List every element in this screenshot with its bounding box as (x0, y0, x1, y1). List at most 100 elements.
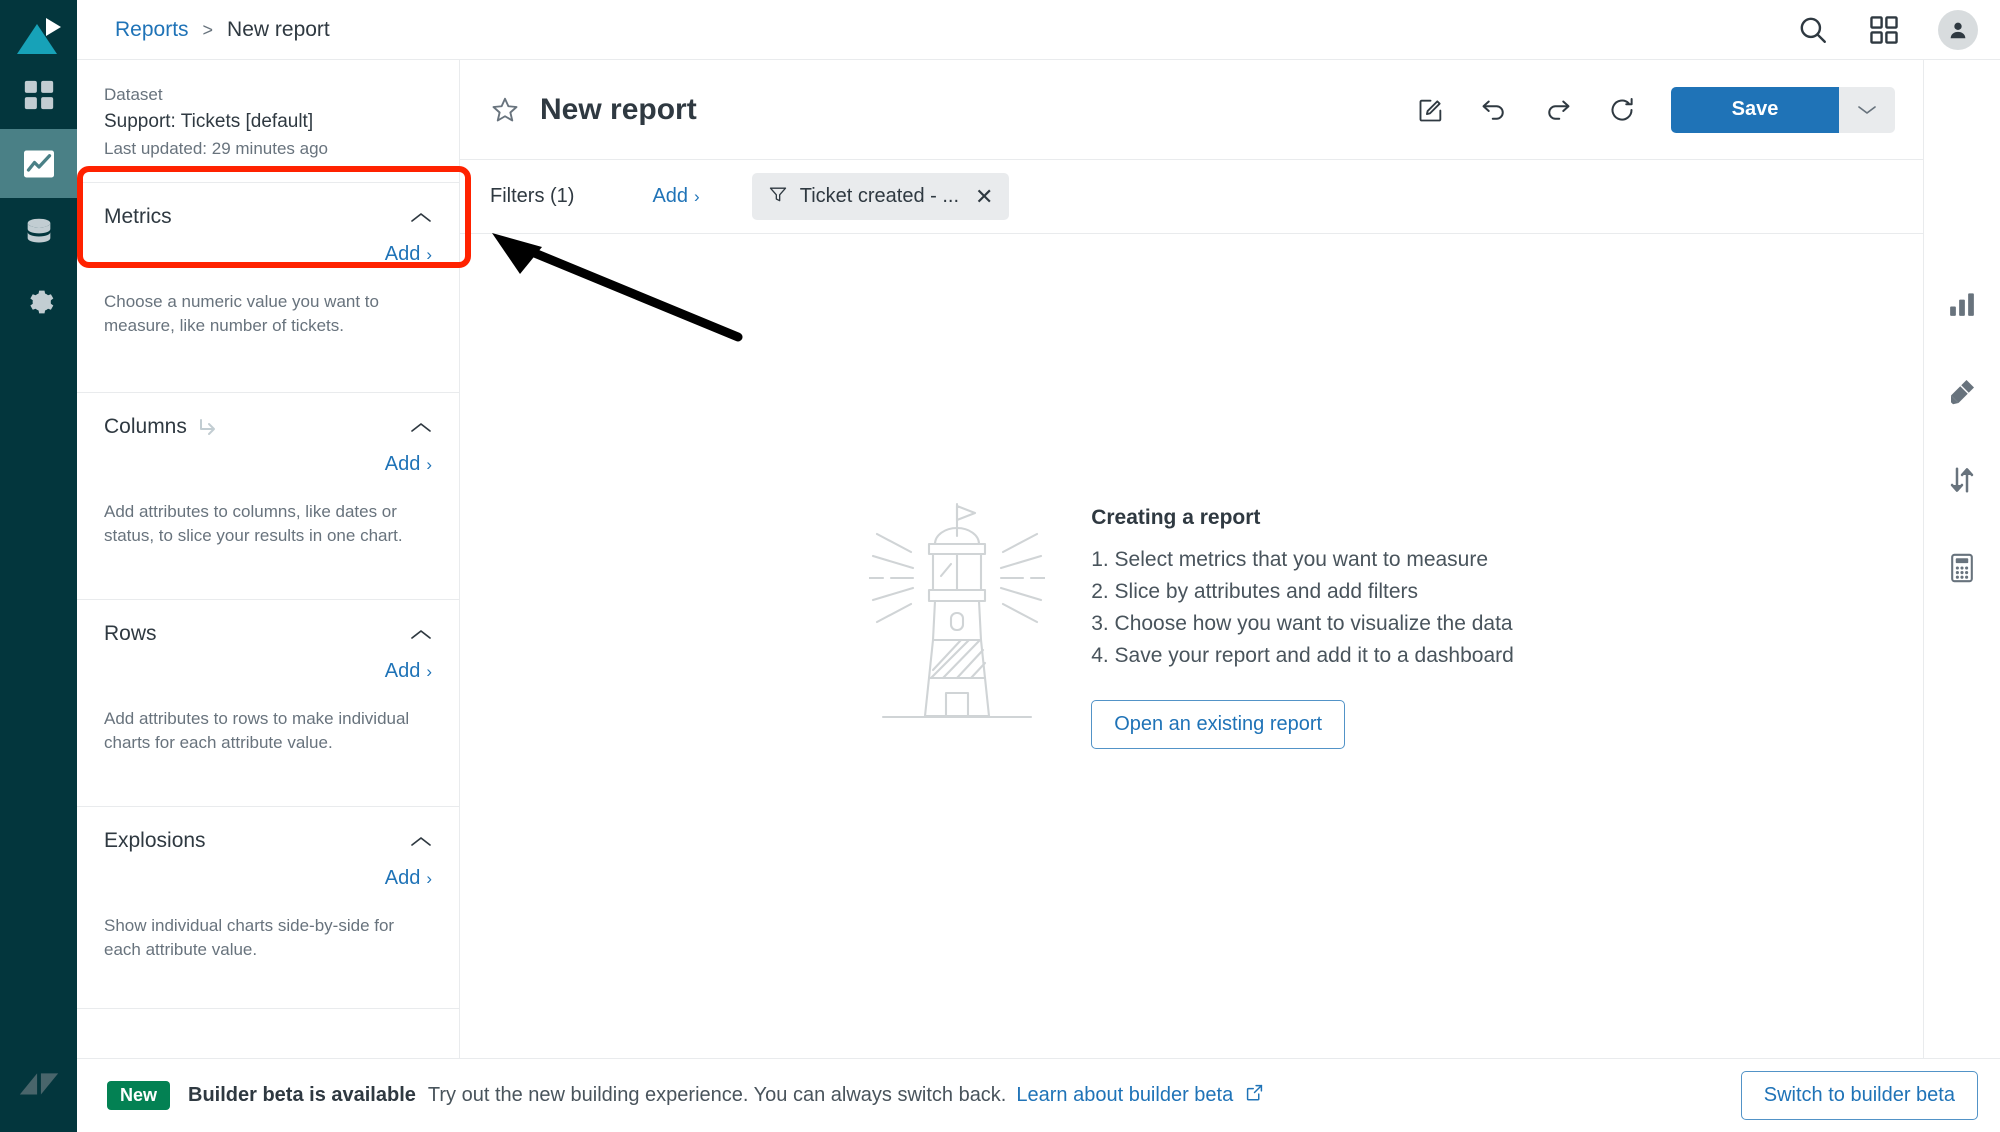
breadcrumb-separator: > (202, 19, 214, 40)
lighthouse-illustration (868, 500, 1047, 726)
add-column-button[interactable]: Add › (385, 453, 432, 476)
breadcrumb: Reports > New report (115, 18, 330, 42)
section-explosions-add-row: Add › (104, 867, 432, 890)
section-columns-hint: Add attributes to columns, like dates or… (104, 502, 403, 545)
star-outline-icon[interactable] (490, 95, 520, 125)
app-root: Reports > New report Dataset Support: Ti… (0, 0, 2000, 1132)
section-metrics-hint: Choose a numeric value you want to measu… (104, 292, 379, 335)
learn-about-builder-beta-link[interactable]: Learn about builder beta (1016, 1084, 1262, 1107)
section-rows-header: Rows (104, 622, 432, 646)
save-button-group: Save (1671, 86, 1895, 133)
products-grid-icon[interactable] (1868, 14, 1900, 46)
status-badge: New (107, 1081, 171, 1110)
section-rows-hint: Add attributes to rows to make individua… (104, 709, 410, 752)
chevron-up-icon[interactable] (410, 628, 432, 641)
page-title: New report (540, 92, 697, 126)
breadcrumb-current: New report (227, 17, 330, 41)
add-row-label: Add (384, 660, 421, 682)
section-explosions-header: Explosions (104, 829, 432, 853)
add-filter-button[interactable]: Add › (652, 185, 699, 208)
chevron-right-icon: › (426, 455, 432, 474)
dataset-name: Support: Tickets [default] (104, 111, 314, 132)
body-wrapper: Dataset Support: Tickets [default] Last … (77, 60, 2000, 1058)
banner-headline: Builder beta is available (188, 1084, 416, 1106)
avatar[interactable] (1938, 9, 1978, 50)
filters-label: Filters (1) (490, 185, 575, 207)
section-columns: Columns Add › Add attributes to columns,… (77, 393, 459, 600)
empty-state-title: Creating a report (1091, 505, 1261, 529)
chevron-right-icon: › (694, 187, 700, 206)
empty-state-inner: Creating a report 1. Select metrics that… (868, 500, 1514, 749)
chevron-down-icon[interactable] (1839, 86, 1895, 133)
chart-style-brush-icon[interactable] (1936, 366, 1988, 418)
chevron-right-icon: › (426, 869, 432, 888)
section-explosions-title: Explosions (104, 829, 206, 852)
topbar-actions (1796, 9, 1978, 50)
report-header: New report Save (460, 60, 1923, 160)
chevron-right-icon: › (426, 662, 432, 681)
panel-tail (77, 1009, 459, 1058)
add-row-button[interactable]: Add › (385, 660, 432, 683)
gear-icon (22, 285, 56, 319)
calculations-icon[interactable] (1936, 542, 1988, 594)
external-link-icon (1246, 1084, 1263, 1107)
close-icon[interactable]: ✕ (975, 184, 993, 210)
empty-state-step-1: 1. Select metrics that you want to measu… (1091, 547, 1489, 571)
section-rows-add-row: Add › (104, 660, 432, 683)
chart-line-icon (21, 146, 57, 182)
swap-arrow-icon[interactable] (197, 417, 219, 437)
database-icon (22, 216, 56, 250)
add-explosion-button[interactable]: Add › (385, 867, 432, 890)
section-columns-title: Columns (104, 415, 187, 438)
sidebar-item-dashboards[interactable] (0, 60, 77, 129)
filter-chip[interactable]: Ticket created - ... ✕ (751, 173, 1010, 220)
dataset-last-updated: Last updated: 29 minutes ago (104, 139, 328, 158)
section-metrics-add-row: Add › (104, 243, 432, 266)
chevron-right-icon: › (426, 245, 432, 264)
empty-state-step-4: 4. Save your report and add it to a dash… (1091, 643, 1514, 667)
sort-arrows-icon[interactable] (1936, 454, 1988, 506)
empty-state: Creating a report 1. Select metrics that… (460, 234, 1923, 1058)
switch-to-builder-beta-button[interactable]: Switch to builder beta (1740, 1071, 1978, 1120)
rename-icon[interactable] (1417, 96, 1445, 124)
report-config-panel: Dataset Support: Tickets [default] Last … (77, 60, 460, 1058)
search-icon[interactable] (1796, 13, 1830, 47)
add-explosion-label: Add (384, 867, 421, 889)
sidebar-item-reports[interactable] (0, 129, 77, 198)
section-metrics: Metrics Add › Choose a numeric value you… (77, 183, 459, 393)
chevron-up-icon[interactable] (410, 421, 432, 434)
dataset-block[interactable]: Dataset Support: Tickets [default] Last … (77, 60, 459, 183)
empty-state-step-3: 3. Choose how you want to visualize the … (1091, 611, 1513, 635)
global-nav-rail (0, 0, 77, 1132)
report-canvas: New report Save Filters (1) Add › Ticket… (460, 60, 1923, 1058)
section-metrics-header: Metrics (104, 205, 432, 229)
zendesk-logo-icon (0, 1060, 77, 1106)
add-column-label: Add (384, 453, 421, 475)
sidebar-item-datasets[interactable] (0, 198, 77, 267)
chevron-up-icon[interactable] (410, 835, 432, 848)
add-filter-label: Add (652, 185, 689, 207)
main-column: Reports > New report Dataset Support: Ti… (77, 0, 2000, 1132)
redo-icon[interactable] (1543, 95, 1573, 125)
chart-options-rail (1923, 60, 2000, 1058)
filters-bar: Filters (1) Add › Ticket created - ... ✕ (460, 160, 1923, 234)
empty-state-text: Creating a report 1. Select metrics that… (1091, 500, 1514, 749)
section-rows: Rows Add › Add attributes to rows to mak… (77, 600, 459, 807)
section-explosions-hint: Show individual charts side-by-side for … (104, 916, 395, 959)
chart-type-icon[interactable] (1936, 278, 1988, 330)
chevron-up-icon[interactable] (410, 211, 432, 224)
builder-beta-banner: New Builder beta is available Try out th… (77, 1058, 2000, 1132)
filter-chip-label: Ticket created - ... (799, 185, 960, 207)
undo-icon[interactable] (1479, 95, 1509, 125)
sidebar-item-settings[interactable] (0, 267, 77, 336)
open-existing-report-button[interactable]: Open an existing report (1091, 699, 1346, 749)
add-metric-button[interactable]: Add › (385, 243, 432, 266)
dataset-label: Dataset (104, 85, 163, 104)
breadcrumb-reports-link[interactable]: Reports (115, 18, 189, 42)
section-explosions: Explosions Add › Show individual charts … (77, 807, 459, 1009)
banner-text: Try out the new building experience. You… (427, 1084, 1007, 1106)
refresh-icon[interactable] (1607, 95, 1637, 125)
grid-squares-icon (22, 78, 56, 112)
save-button[interactable]: Save (1671, 86, 1839, 133)
zendesk-play-icon[interactable] (11, 14, 67, 60)
